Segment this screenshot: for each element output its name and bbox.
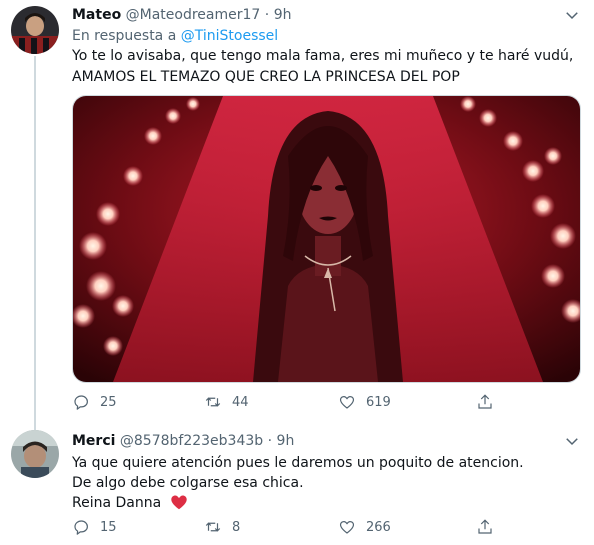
chevron-down-icon[interactable] [563,432,581,450]
reply-count: 25 [100,394,117,410]
reply-prefix: En respuesta a [72,28,177,44]
retweet-icon [205,397,221,407]
reply-context: En respuesta a @TiniStoessel [72,27,278,45]
like-count: 619 [366,394,391,410]
tweet-merci[interactable]: Merci @8578bf223eb343b · 9h Ya que quier… [0,420,594,545]
share-icon [478,519,492,534]
tweet-text-line: AMAMOS EL TEMAZO QUE CREO LA PRINCESA DE… [72,69,460,85]
user-handle[interactable]: @8578bf223eb343b [120,433,263,449]
share-icon [478,394,492,409]
reply-button[interactable]: 15 [72,517,117,537]
avatar-merci [11,430,59,478]
avatar-mateo [11,6,59,54]
retweet-button[interactable]: 8 [204,517,240,537]
share-button[interactable] [476,517,504,537]
red-heart-icon [170,495,187,510]
tweet-text-line: De algo debe colgarse esa chica. [72,475,304,491]
tweet-media-image[interactable] [72,95,581,383]
like-icon [339,396,355,409]
tweet-text-line: Reina Danna [72,493,188,513]
like-button[interactable]: 266 [338,517,391,537]
tweet-header: Merci @8578bf223eb343b · 9h [72,432,294,450]
retweet-icon [205,522,221,532]
display-name[interactable]: Mateo [72,7,121,23]
tweet-mateo[interactable]: Mateo @Mateodreamer17 · 9h En respuesta … [0,0,594,420]
reply-button[interactable]: 25 [72,392,117,412]
tweet-text-line: Ya que quiere atención pues le daremos u… [72,455,524,471]
retweet-button[interactable]: 44 [204,392,249,412]
reply-icon [74,520,88,535]
reply-mention-link[interactable]: @TiniStoessel [181,28,278,44]
tweet-text-line: Yo te lo avisaba, que tengo mala fama, e… [72,48,574,64]
thread-line [34,56,36,420]
timestamp[interactable]: 9h [277,433,295,449]
dot-separator: · [264,7,270,23]
reply-count: 15 [100,519,117,535]
retweet-count: 44 [232,394,249,410]
tweet-header: Mateo @Mateodreamer17 · 9h [72,6,291,24]
like-count: 266 [366,519,391,535]
retweet-count: 8 [232,519,241,535]
like-button[interactable]: 619 [338,392,391,412]
share-button[interactable] [476,392,504,412]
avatar[interactable] [11,430,59,478]
user-handle[interactable]: @Mateodreamer17 [126,7,261,23]
display-name[interactable]: Merci [72,433,115,449]
like-icon [339,521,355,534]
chevron-down-icon[interactable] [563,6,581,24]
avatar[interactable] [11,6,59,54]
timestamp[interactable]: 9h [274,7,292,23]
dot-separator: · [267,433,273,449]
tweet-actions: 25 44 619 [72,392,512,412]
reply-icon [74,395,88,410]
media-photo [73,96,580,382]
tweet-text-segment: Reina Danna [72,495,162,511]
thread-line [34,420,36,430]
tweet-actions: 15 8 266 [72,517,512,537]
